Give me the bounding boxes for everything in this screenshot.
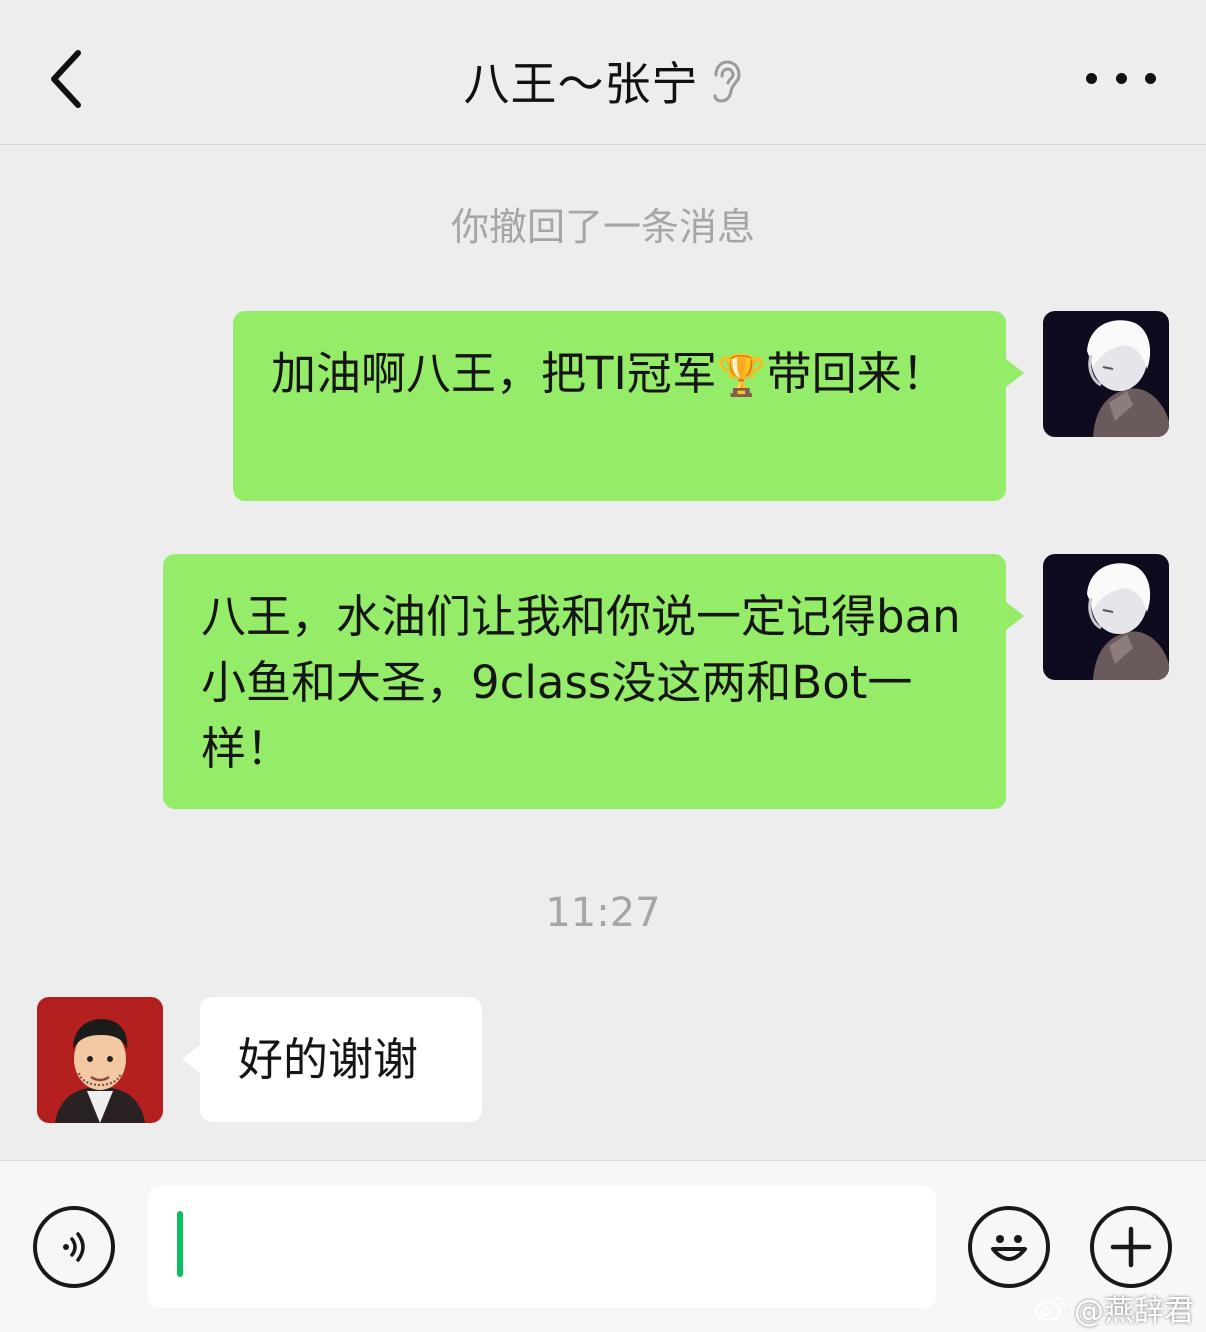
message-input[interactable] bbox=[148, 1186, 936, 1308]
time-stamp: 11:27 bbox=[545, 890, 661, 936]
message-bubble-other[interactable]: 好的谢谢 bbox=[182, 997, 482, 1122]
more-dot bbox=[1145, 72, 1156, 84]
my-avatar[interactable] bbox=[1043, 311, 1169, 437]
watermark-text: @燕辞君 bbox=[1074, 1294, 1194, 1329]
recall-notice: 你撤回了一条消息 bbox=[450, 205, 755, 249]
message-text: 带回来！ bbox=[766, 347, 947, 400]
contact-avatar[interactable] bbox=[37, 997, 163, 1123]
watermark: @燕辞君 bbox=[1034, 1286, 1194, 1330]
message-text: 好的谢谢 bbox=[238, 1033, 419, 1086]
weibo-icon bbox=[1034, 1296, 1067, 1322]
bubble-tail bbox=[182, 1045, 200, 1073]
message-bubble-mine[interactable]: 加油啊八王，把TI冠军🏆带回来！ bbox=[233, 311, 1024, 501]
chat-title-text: 八王～张宁 bbox=[463, 57, 699, 111]
message-text: 加油啊八王，把TI冠军 bbox=[271, 347, 717, 400]
emoji-button[interactable] bbox=[968, 1206, 1050, 1288]
bubble-tail bbox=[1006, 359, 1024, 387]
smiley-icon bbox=[991, 1235, 1027, 1261]
bubble-tail bbox=[1006, 602, 1024, 630]
more-dot bbox=[1115, 72, 1127, 84]
plus-icon bbox=[1110, 1226, 1152, 1268]
voice-icon bbox=[63, 1232, 85, 1262]
more-button[interactable] bbox=[1086, 56, 1156, 100]
message-text: 八王，水油们让我和你说一定记得ban小鱼和大圣，9class没这两和Bot一样！ bbox=[201, 590, 961, 775]
message-bubble-mine[interactable]: 八王，水油们让我和你说一定记得ban小鱼和大圣，9class没这两和Bot一样！ bbox=[163, 554, 1024, 809]
ear-icon bbox=[709, 59, 743, 116]
plus-button[interactable] bbox=[1090, 1206, 1172, 1288]
my-avatar[interactable] bbox=[1043, 554, 1169, 680]
more-dot bbox=[1086, 72, 1097, 84]
chat-header: 八王～张宁 bbox=[0, 0, 1206, 145]
voice-button[interactable] bbox=[33, 1206, 115, 1288]
text-cursor bbox=[177, 1211, 183, 1277]
chat-title: 八王～张宁 bbox=[0, 48, 1206, 116]
trophy-emoji: 🏆 bbox=[716, 353, 767, 399]
